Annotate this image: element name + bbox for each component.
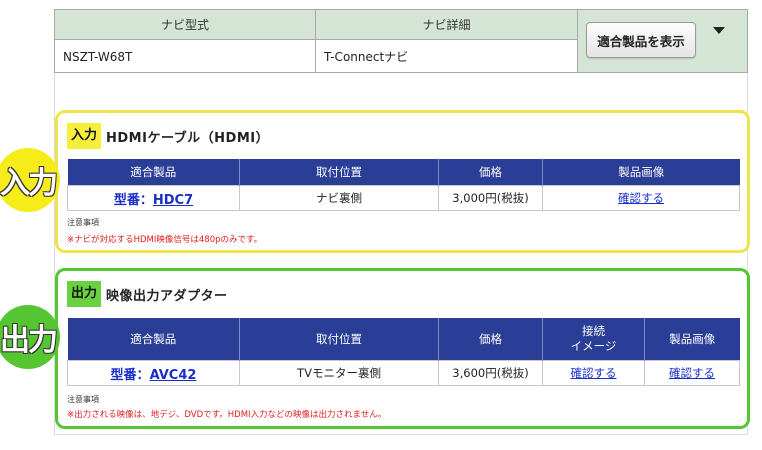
show-compatible-products-button[interactable]: 適合製品を表示	[586, 22, 696, 58]
column-header-price: 価格	[438, 318, 543, 361]
input-section-name: HDMIケーブル（HDMI）	[106, 130, 270, 146]
output-product-table: 適合製品 取付位置 価格 接続 イメージ 製品画像 型番：AVC42 TVモニタ…	[67, 318, 740, 386]
model-link[interactable]: HDC7	[153, 193, 193, 208]
column-header-position: 取付位置	[239, 159, 439, 186]
output-badge-label: 出力	[0, 323, 58, 358]
column-header-position: 取付位置	[239, 318, 439, 361]
input-section: 入力 HDMIケーブル（HDMI） 適合製品 取付位置 価格 製品画像 型番：H…	[55, 110, 750, 253]
column-header-connection-line2: イメージ	[570, 339, 617, 353]
note-label: 注意事項	[67, 395, 99, 404]
price-cell: 3,600円(税抜)	[438, 360, 543, 386]
table-row: 型番：AVC42 TVモニター裏側 3,600円(税抜) 確認する 確認する	[67, 360, 740, 386]
product-image-link[interactable]: 確認する	[669, 366, 715, 380]
output-tag: 出力	[67, 281, 102, 307]
output-section: 出力 映像出力アダプター 適合製品 取付位置 価格 接続 イメージ 製品画像 型…	[55, 268, 750, 429]
input-product-table: 適合製品 取付位置 価格 製品画像 型番：HDC7 ナビ裏側 3,000円(税抜…	[67, 159, 740, 211]
note-label: 注意事項	[67, 218, 99, 227]
navi-model-header: ナビ型式	[55, 10, 316, 40]
model-prefix: 型番：	[110, 367, 150, 383]
column-header-product: 適合製品	[67, 318, 240, 361]
table-header-row: 適合製品 取付位置 価格 接続 イメージ 製品画像	[67, 318, 740, 361]
navi-info-table: ナビ型式 ナビ詳細 NSZT-W68T T-Connectナビ 適合製品を表示	[54, 9, 748, 73]
column-header-price: 価格	[438, 159, 543, 186]
input-tag: 入力	[67, 123, 102, 149]
navi-detail-header: ナビ詳細	[316, 10, 578, 40]
input-badge-label: 入力	[0, 166, 58, 201]
position-cell: ナビ裏側	[239, 185, 439, 211]
output-section-title: 出力 映像出力アダプター	[67, 281, 228, 307]
model-prefix: 型番：	[113, 192, 153, 208]
product-cell: 型番：AVC42	[67, 360, 240, 386]
product-image-link[interactable]: 確認する	[618, 191, 664, 205]
note-text: ※出力される映像は、地デジ、DVDです。HDMI入力などの映像は出力されません。	[67, 410, 387, 420]
price-cell: 3,000円(税抜)	[438, 185, 543, 211]
chevron-down-icon[interactable]	[713, 27, 725, 34]
input-section-title: 入力 HDMIケーブル（HDMI）	[67, 123, 269, 149]
note-text: ※ナビが対応するHDMI映像信号は480pのみです。	[67, 235, 263, 245]
output-badge: 出力	[0, 305, 60, 369]
column-header-connection-image: 接続 イメージ	[542, 318, 645, 361]
image-cell: 確認する	[542, 185, 740, 211]
table-row: 型番：HDC7 ナビ裏側 3,000円(税抜) 確認する	[67, 185, 740, 211]
table-header-row: 適合製品 取付位置 価格 製品画像	[67, 159, 740, 186]
input-badge: 入力	[0, 148, 60, 212]
column-header-connection-line1: 接続	[582, 324, 605, 338]
model-link[interactable]: AVC42	[150, 368, 197, 383]
output-section-name: 映像出力アダプター	[106, 288, 228, 304]
column-header-image: 製品画像	[644, 318, 740, 361]
column-header-image: 製品画像	[542, 159, 740, 186]
image-cell: 確認する	[644, 360, 740, 386]
navi-actions-cell: 適合製品を表示	[578, 10, 747, 72]
position-cell: TVモニター裏側	[239, 360, 439, 386]
navi-model-value: NSZT-W68T	[55, 40, 316, 73]
connection-image-link[interactable]: 確認する	[571, 366, 617, 380]
navi-detail-value: T-Connectナビ	[316, 40, 578, 73]
connection-cell: 確認する	[542, 360, 645, 386]
column-header-product: 適合製品	[67, 159, 240, 186]
product-cell: 型番：HDC7	[67, 185, 240, 211]
